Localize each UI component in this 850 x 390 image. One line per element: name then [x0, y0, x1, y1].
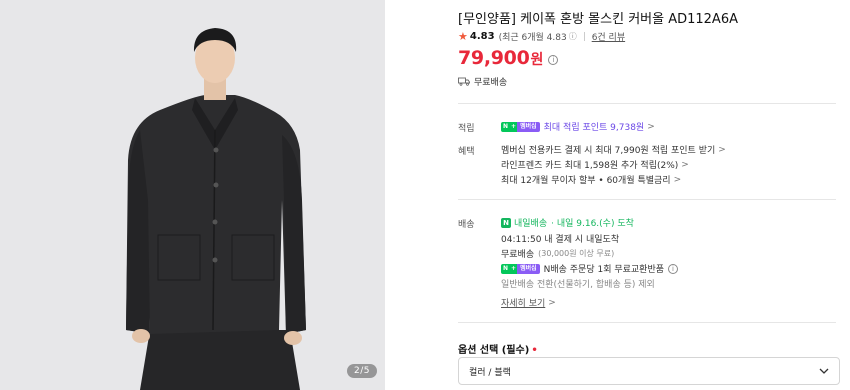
rating-value: 4.83	[469, 31, 495, 42]
chevron-right-icon: >	[681, 159, 689, 170]
price: 79,900 원 i	[458, 47, 559, 69]
tomorrow-delivery-text: 내일배송	[514, 219, 548, 229]
max-point-link[interactable]: 최대 적립 포인트 9,738원	[544, 120, 645, 133]
product-title: [무인양품] 케이폭 혼방 몰스킨 커버올 AD112A6A	[458, 12, 738, 27]
delivery-eta: · 내일 9.16.(수) 도착	[551, 219, 634, 229]
chevron-right-icon: >	[718, 144, 726, 155]
benefit-line-2[interactable]: 라인프렌즈 카드 최대 1,598원 추가 적립(2%) >	[501, 158, 689, 172]
delivery-more-link[interactable]: 자세히 보기	[501, 296, 545, 309]
chevron-right-icon: >	[673, 174, 682, 185]
rating-row: ★ 4.83 (최근 6개월 4.83 ⓘ 6건 리뷰	[458, 30, 625, 43]
divider	[458, 322, 836, 323]
chevron-right-icon: >	[647, 121, 655, 132]
info-icon[interactable]: i	[668, 263, 679, 274]
naver-membership-badge: N + 멤버십	[501, 121, 540, 132]
divider	[458, 103, 836, 104]
badge-membership: 멤버십	[517, 263, 540, 274]
n-return-text: N배송 주문당 1회 무료교환반품	[543, 265, 665, 275]
accumulate-label: 적립	[458, 124, 475, 134]
option-label: 옵션 선택 (필수) •	[458, 341, 538, 356]
option-selected-value: 컬러 / 블랙	[469, 367, 511, 378]
free-shipping-label: 무료배송	[474, 78, 508, 88]
model-illustration	[0, 0, 385, 390]
free-shipping-row: 무료배송	[458, 75, 507, 88]
n-return-row: N + 멤버십 N배송 주문당 1회 무료교환반품 i	[501, 262, 679, 275]
benefit-line-1[interactable]: 멤버십 전용카드 결제 시 최대 7,990원 적립 포인트 받기 >	[501, 143, 726, 157]
badge-plus: +	[510, 263, 518, 274]
delivery-more-row[interactable]: 자세히 보기 >	[501, 296, 556, 310]
chevron-right-icon: >	[548, 297, 556, 308]
free-shipping-condition-row: 무료배송 (30,000원 이상 무료)	[501, 247, 614, 260]
price-info-icon[interactable]: i	[548, 55, 559, 65]
benefit-line-3[interactable]: 최대 12개월 무이자 할부 • 60개월 특별금리 >	[501, 173, 682, 187]
accumulate-row[interactable]: N + 멤버십 최대 적립 포인트 9,738원 >	[501, 120, 655, 133]
rating-info-icon[interactable]: ⓘ	[569, 31, 577, 42]
naver-membership-badge: N + 멤버십	[501, 263, 540, 274]
divider	[583, 32, 585, 41]
option-select[interactable]: 컬러 / 블랙	[458, 357, 840, 385]
delivery-label: 배송	[458, 220, 475, 230]
product-image[interactable]: 2/5	[0, 0, 385, 390]
benefits-label: 혜택	[458, 147, 475, 157]
price-value: 79,900	[458, 47, 530, 69]
normal-shipping-row: 일반배송 전환(선물하기, 합배송 등) 제외	[501, 277, 655, 290]
benefit-text: 최대 12개월 무이자 할부 • 60개월 특별금리	[501, 176, 671, 186]
cutoff-row: 04:11:50 내 결제 시 내일도착	[501, 232, 619, 245]
cutoff-text: 04:11:50 내 결제 시 내일도착	[501, 235, 620, 245]
badge-plus: +	[510, 121, 518, 132]
star-icon: ★	[458, 30, 468, 43]
review-count-link[interactable]: 6건 리뷰	[592, 30, 625, 43]
delivery-free-shipping: 무료배송	[501, 250, 535, 260]
divider	[458, 199, 836, 200]
option-label-text: 옵션 선택 (필수)	[458, 345, 530, 356]
badge-n: N	[501, 121, 511, 132]
normal-shipping-text: 일반배송 전환(선물하기, 합배송 등) 제외	[501, 280, 655, 290]
badge-n: N	[501, 263, 511, 274]
benefit-text: 멤버십 전용카드 결제 시 최대 7,990원 적립 포인트 받기	[501, 146, 716, 156]
badge-membership: 멤버십	[517, 121, 540, 132]
truck-icon	[458, 77, 470, 86]
required-mark: •	[531, 345, 538, 356]
image-page-indicator: 2/5	[347, 364, 377, 378]
free-shipping-condition: (30,000원 이상 무료)	[538, 249, 615, 258]
rating-recent: (최근 6개월 4.83	[498, 33, 567, 43]
tomorrow-delivery-icon: N	[501, 217, 511, 228]
tomorrow-delivery-row: N 내일배송 · 내일 9.16.(수) 도착	[501, 216, 634, 229]
price-unit: 원	[530, 52, 544, 68]
chevron-down-icon	[819, 368, 829, 374]
benefit-text: 라인프렌즈 카드 최대 1,598원 추가 적립(2%)	[501, 161, 679, 171]
